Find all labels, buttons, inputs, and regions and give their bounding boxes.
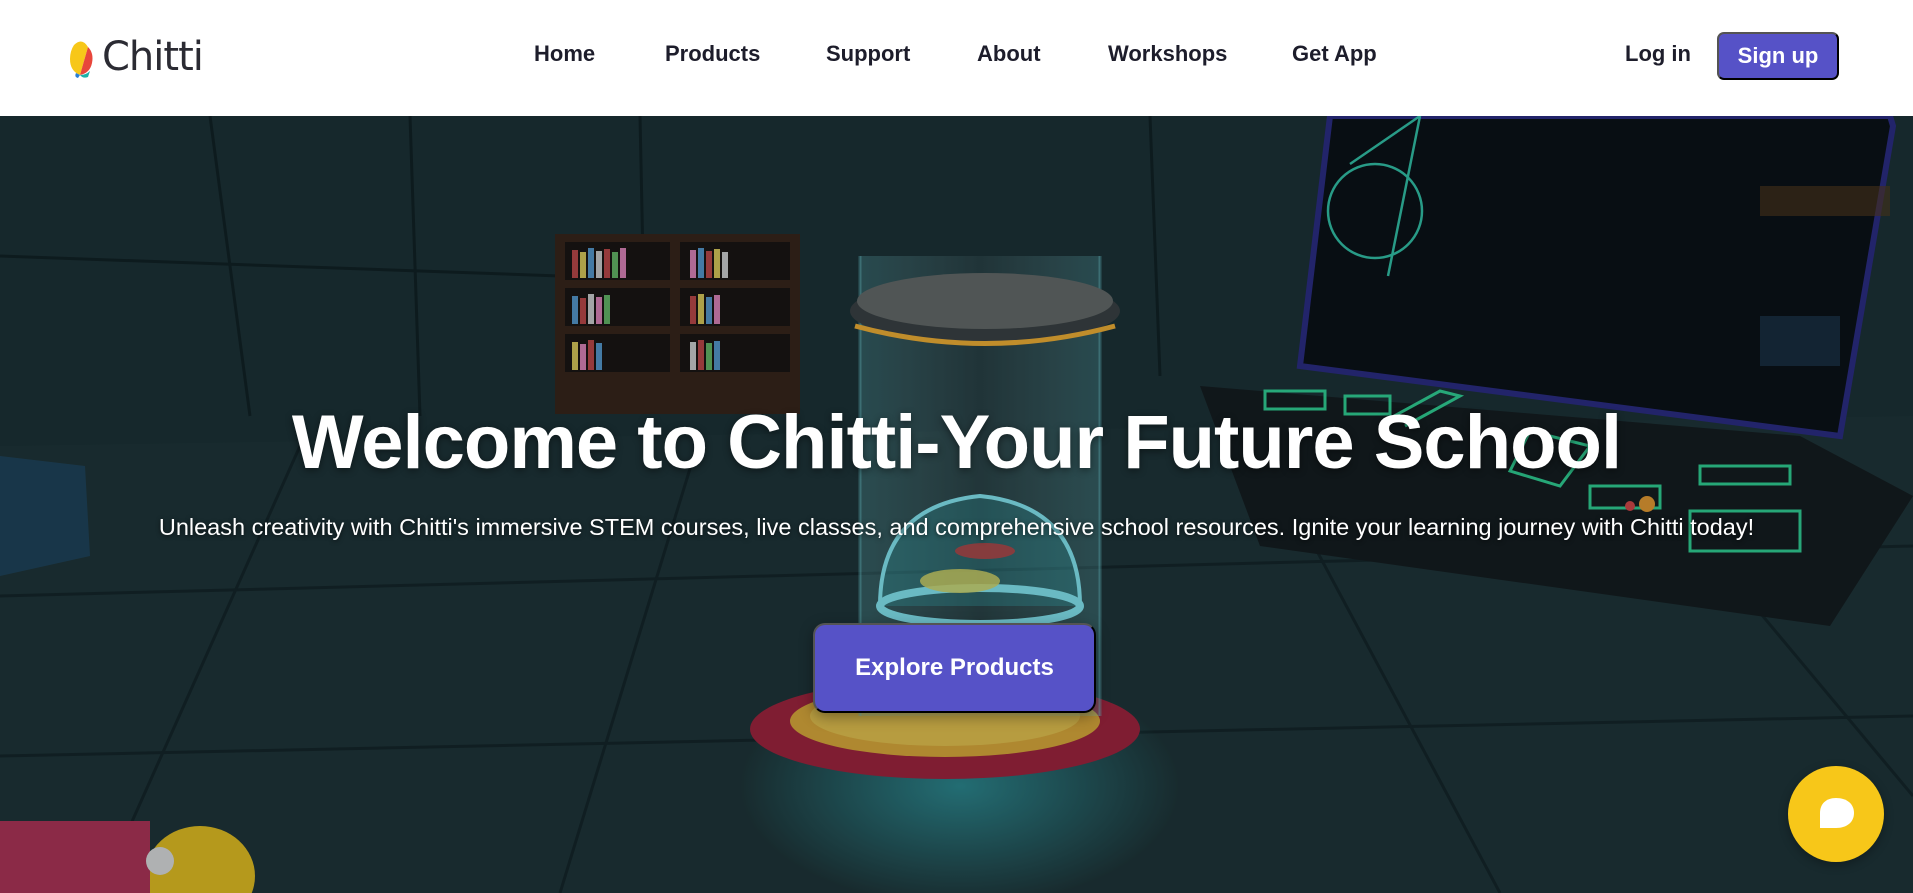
hero-overlay [0,116,1913,893]
signup-button[interactable]: Sign up [1717,32,1839,80]
nav-home[interactable]: Home [534,41,595,67]
nav-about[interactable]: About [977,41,1041,67]
explore-products-button[interactable]: Explore Products [813,623,1096,713]
hero-title: Welcome to Chitti-Your Future School [291,400,1622,485]
nav-get-app[interactable]: Get App [1292,41,1377,67]
site-header: Chitti Home Products Support About Works… [0,0,1913,116]
hero-subtitle: Unleash creativity with Chitti's immersi… [158,514,1755,540]
nav-workshops[interactable]: Workshops [1108,41,1227,67]
login-link[interactable]: Log in [1625,41,1691,67]
chat-bubble-icon [1820,798,1854,828]
chat-button[interactable] [1788,766,1884,862]
nav-products[interactable]: Products [665,41,760,67]
hero-section: Welcome to Chitti-Your Future School Unl… [0,116,1913,893]
nav-support[interactable]: Support [826,41,910,67]
